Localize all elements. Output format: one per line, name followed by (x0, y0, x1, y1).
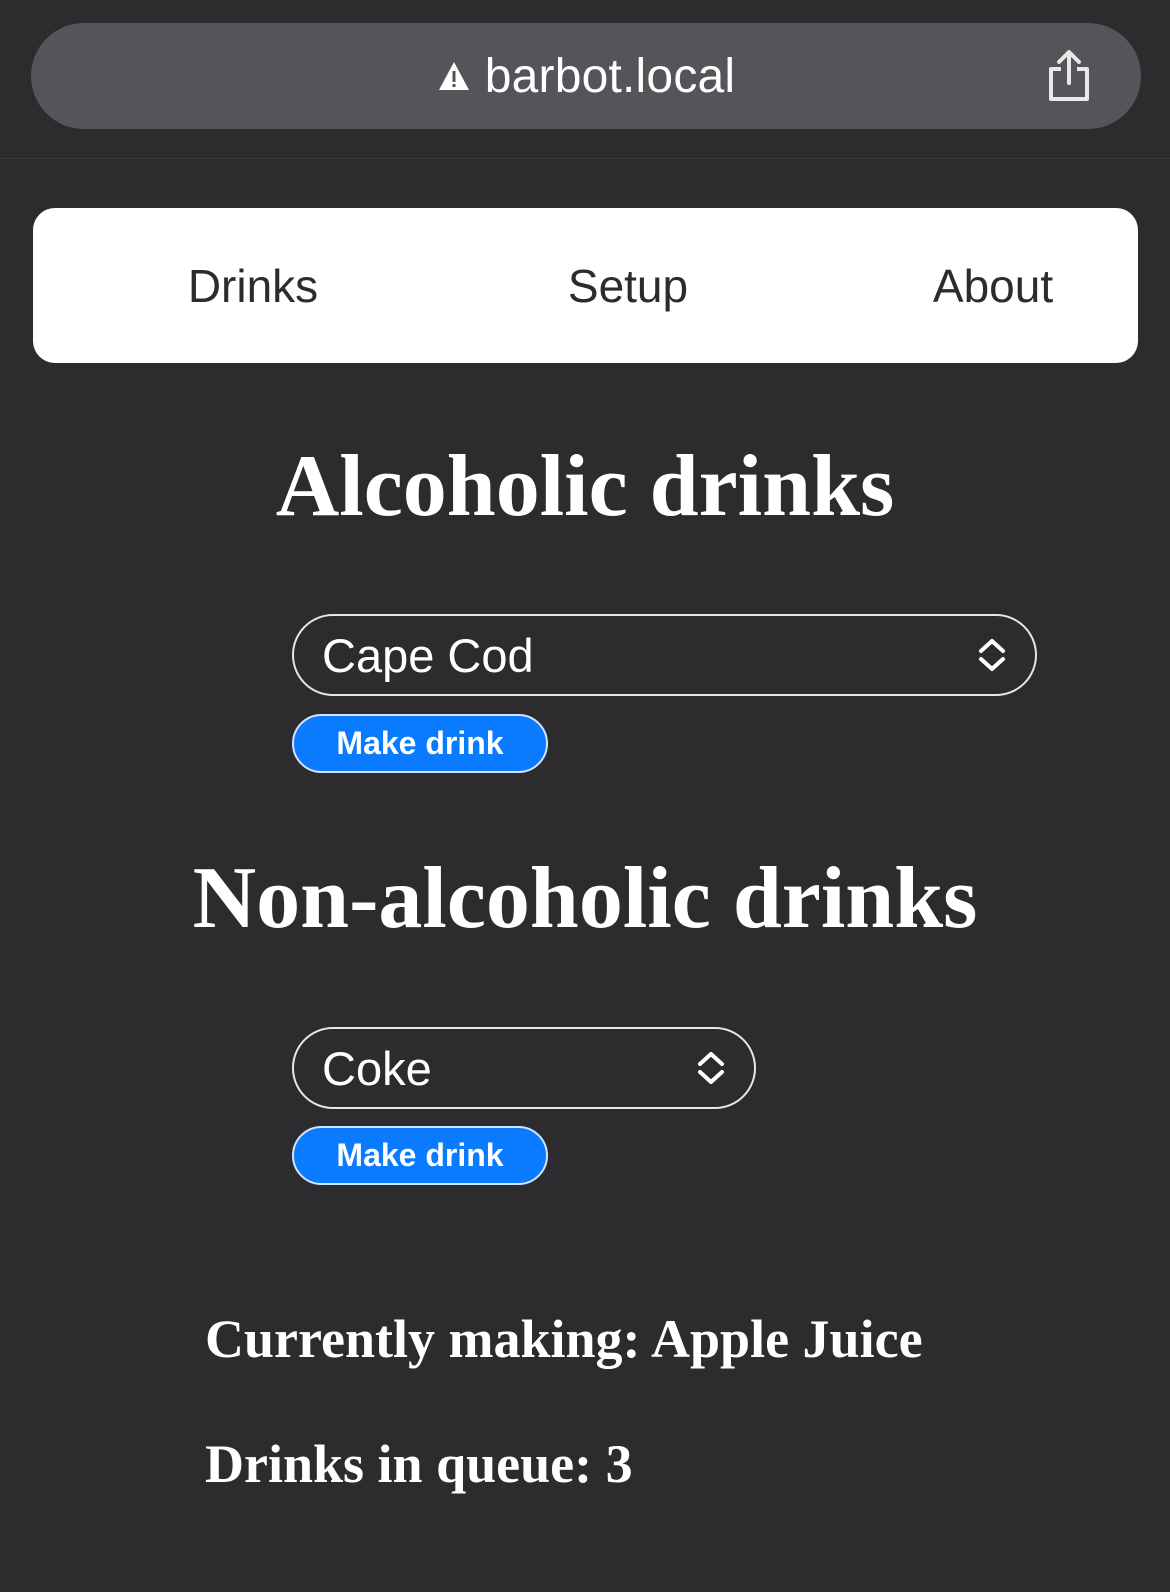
make-alcoholic-drink-button[interactable]: Make drink (292, 714, 548, 773)
url-text: barbot.local (484, 49, 736, 103)
warning-triangle-icon (437, 59, 471, 93)
chevron-up-down-icon (694, 1048, 728, 1088)
main-nav: Drinks Setup About (33, 208, 1138, 363)
browser-toolbar: barbot.local (0, 0, 1170, 159)
currently-making-status: Currently making: Apple Juice (205, 1309, 923, 1369)
alcoholic-drinks-heading: Alcoholic drinks (275, 438, 895, 535)
alcoholic-drink-selected-value: Cape Cod (322, 628, 534, 682)
alcoholic-drink-select[interactable]: Cape Cod (292, 614, 1037, 696)
queue-count-status: Drinks in queue: 3 (205, 1434, 633, 1494)
nav-item-setup[interactable]: Setup (488, 208, 768, 363)
nav-item-drinks[interactable]: Drinks (123, 208, 383, 363)
address-bar[interactable]: barbot.local (31, 23, 1141, 129)
share-icon[interactable] (1041, 47, 1097, 105)
chevron-up-down-icon (975, 635, 1009, 675)
make-non-alcoholic-drink-button[interactable]: Make drink (292, 1126, 548, 1185)
non-alcoholic-drinks-heading: Non-alcoholic drinks (192, 850, 978, 947)
non-alcoholic-drink-selected-value: Coke (322, 1041, 432, 1095)
non-alcoholic-drink-select[interactable]: Coke (292, 1027, 756, 1109)
nav-item-about[interactable]: About (853, 208, 1133, 363)
address-bar-content: barbot.local (31, 23, 1141, 129)
